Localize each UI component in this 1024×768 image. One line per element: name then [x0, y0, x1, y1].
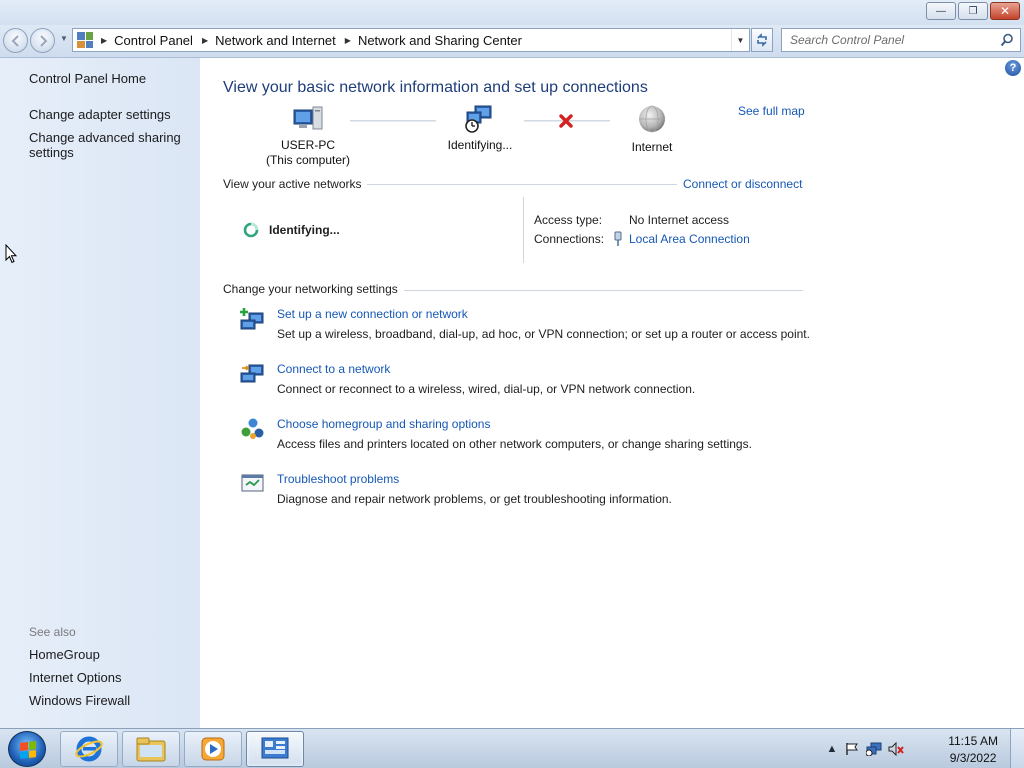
refresh-button[interactable]: [751, 28, 773, 52]
back-arrow-icon: [11, 34, 19, 47]
map-internet-node[interactable]: Internet: [612, 104, 692, 155]
sidebar-homegroup[interactable]: HomeGroup: [29, 647, 189, 662]
start-button[interactable]: [8, 731, 46, 767]
forward-arrow-icon: [39, 34, 47, 47]
map-internet-label: Internet: [631, 140, 673, 154]
search-input[interactable]: [790, 33, 990, 47]
help-icon[interactable]: ?: [1005, 60, 1021, 76]
connect-network-icon: [240, 364, 264, 383]
control-panel-icon: [77, 32, 93, 48]
map-identifying-node[interactable]: Identifying...: [432, 104, 528, 153]
connect-to-network-description: Connect or reconnect to a wireless, wire…: [277, 382, 696, 396]
navigation-bar: ▼ ▶ Control Panel ▶ Network and Internet…: [0, 25, 1024, 58]
homegroup-sharing-link[interactable]: Choose homegroup and sharing options: [277, 417, 490, 431]
breadcrumb-control-panel[interactable]: Control Panel: [114, 33, 193, 48]
search-box[interactable]: [781, 28, 1021, 52]
sidebar-internet-options[interactable]: Internet Options: [29, 670, 189, 685]
clock-time: 11:15 AM: [948, 734, 998, 748]
active-networks-heading: View your active networks: [223, 177, 362, 191]
recent-pages-dropdown[interactable]: ▼: [60, 34, 68, 43]
homegroup-icon: [241, 418, 264, 439]
section-divider: [367, 184, 677, 185]
taskbar-windows-explorer[interactable]: [122, 731, 180, 767]
breadcrumb-arrow-icon[interactable]: ▶: [202, 36, 208, 45]
see-full-map-link[interactable]: See full map: [738, 104, 805, 118]
globe-icon: [639, 105, 665, 133]
refresh-icon: [757, 33, 767, 47]
main-content: ? View your basic network information an…: [200, 58, 1024, 728]
map-computer-sublabel: (This computer): [265, 153, 351, 167]
page-title: View your basic network information and …: [223, 79, 648, 96]
map-identifying-label: Identifying...: [447, 138, 513, 152]
minimize-icon: —: [936, 5, 946, 17]
map-computer-node[interactable]: USER-PC (This computer): [258, 104, 358, 168]
troubleshoot-problems-link[interactable]: Troubleshoot problems: [277, 472, 399, 486]
network-icon[interactable]: [866, 741, 882, 757]
breadcrumb-network-and-sharing-center[interactable]: Network and Sharing Center: [358, 33, 522, 48]
sidebar: Control Panel Home Change adapter settin…: [0, 58, 200, 728]
section-divider: [404, 290, 803, 291]
show-desktop-button[interactable]: [1010, 729, 1024, 768]
network-sharing-center-window: — ❐ ✕ ▼ ▶ Control Panel ▶ Network and In…: [0, 0, 1024, 728]
new-connection-icon: [240, 308, 264, 330]
ethernet-cable-icon: [614, 231, 622, 246]
clock[interactable]: 11:15 AM 9/3/2022: [948, 733, 998, 767]
connect-to-network-link[interactable]: Connect to a network: [277, 362, 390, 376]
breadcrumb-arrow-icon[interactable]: ▶: [101, 36, 107, 45]
restore-icon: ❐: [968, 5, 978, 17]
sidebar-control-panel-home[interactable]: Control Panel Home: [29, 71, 189, 86]
network-status-label: Identifying...: [269, 223, 340, 237]
volume-muted-icon[interactable]: [888, 741, 904, 757]
network-details-divider: [523, 197, 524, 263]
windows-logo-icon: [20, 741, 36, 759]
access-type-value: No Internet access: [629, 213, 730, 227]
taskbar: ▲ 11:15 AM 9/3/2022: [0, 728, 1024, 768]
close-button[interactable]: ✕: [990, 2, 1020, 20]
setup-connection-description: Set up a wireless, broadband, dial-up, a…: [277, 327, 810, 341]
connect-or-disconnect-link[interactable]: Connect or disconnect: [683, 177, 802, 191]
sidebar-windows-firewall[interactable]: Windows Firewall: [29, 693, 189, 708]
connections-label: Connections:: [534, 232, 605, 246]
back-button[interactable]: [3, 28, 28, 53]
identifying-spinner-icon: [243, 222, 259, 238]
system-tray: ▲ 11:15 AM 9/3/2022: [824, 729, 1024, 768]
see-also-label: See also: [29, 625, 76, 639]
sidebar-change-advanced-sharing-settings[interactable]: Change advanced sharing settings: [29, 130, 189, 160]
map-connector-line: [350, 120, 436, 122]
setup-connection-link[interactable]: Set up a new connection or network: [277, 307, 468, 321]
address-history-dropdown[interactable]: ▼: [731, 29, 749, 51]
minimize-button[interactable]: —: [926, 2, 956, 20]
action-center-flag-icon[interactable]: [844, 741, 860, 757]
control-panel-icon: [261, 737, 289, 759]
show-hidden-icons-icon[interactable]: ▲: [824, 741, 840, 757]
clock-date: 9/3/2022: [949, 751, 997, 765]
mouse-cursor-icon: [5, 244, 17, 264]
media-player-icon: [201, 737, 225, 761]
taskbar-control-panel[interactable]: [246, 731, 304, 767]
homegroup-sharing-description: Access files and printers located on oth…: [277, 437, 752, 451]
computer-icon: [293, 106, 323, 130]
address-bar[interactable]: ▶ Control Panel ▶ Network and Internet ▶…: [72, 28, 750, 52]
taskbar-internet-explorer[interactable]: [60, 731, 118, 767]
title-bar: — ❐ ✕: [0, 0, 1024, 25]
disconnected-x-icon[interactable]: [558, 113, 574, 129]
breadcrumb-network-and-internet[interactable]: Network and Internet: [215, 33, 336, 48]
unidentified-network-icon: [465, 105, 492, 133]
forward-button[interactable]: [30, 28, 55, 53]
close-icon: ✕: [999, 4, 1011, 18]
taskbar-media-player[interactable]: [184, 731, 242, 767]
file-explorer-icon: [136, 737, 166, 762]
map-computer-label: USER-PC: [280, 138, 335, 152]
maximize-button[interactable]: ❐: [958, 2, 988, 20]
breadcrumb-arrow-icon[interactable]: ▶: [345, 36, 351, 45]
troubleshoot-problems-description: Diagnose and repair network problems, or…: [277, 492, 672, 506]
access-type-label: Access type:: [534, 213, 603, 227]
troubleshoot-icon: [241, 474, 264, 492]
local-area-connection-link[interactable]: Local Area Connection: [629, 232, 750, 246]
internet-explorer-icon: [75, 736, 103, 762]
sidebar-change-adapter-settings[interactable]: Change adapter settings: [29, 107, 189, 122]
networking-settings-heading: Change your networking settings: [223, 282, 398, 296]
search-icon[interactable]: [1000, 33, 1014, 47]
